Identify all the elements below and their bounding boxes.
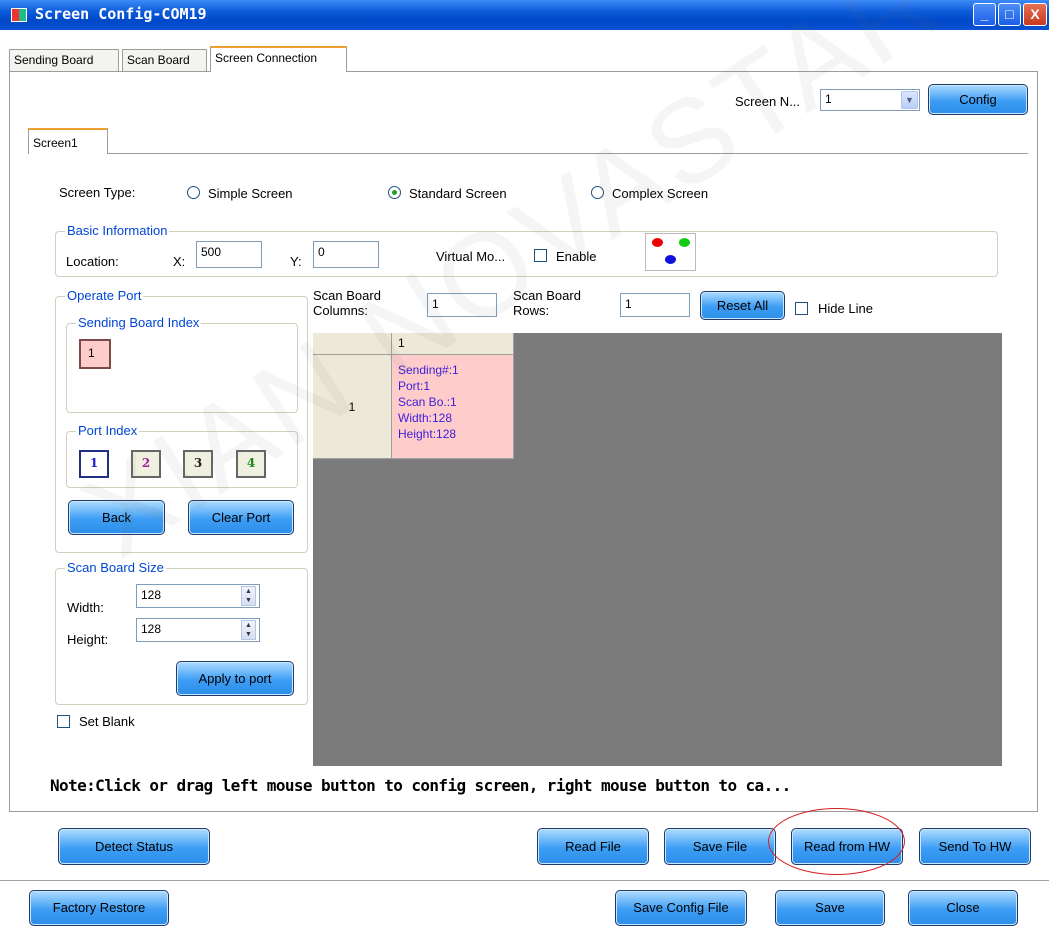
set-blank-label[interactable]: Set Blank xyxy=(79,714,135,729)
read-file-button[interactable]: Read File xyxy=(537,828,649,865)
reset-all-button[interactable]: Reset All xyxy=(700,291,785,320)
radio-standard-screen[interactable] xyxy=(388,186,401,199)
screen-type-label: Screen Type: xyxy=(59,185,136,200)
location-y-input[interactable]: 0 xyxy=(313,241,379,268)
scan-board-size-legend: Scan Board Size xyxy=(65,560,166,575)
sending-board-index-item[interactable]: 1 xyxy=(79,339,111,369)
grid-row-header: 1 xyxy=(313,355,392,459)
x-label: X: xyxy=(173,254,186,269)
cell-scan-board: Scan Bo.:1 xyxy=(398,395,457,409)
hide-line-label[interactable]: Hide Line xyxy=(818,301,873,316)
grid-cell[interactable]: Sending#:1 Port:1 Scan Bo.:1 Width:128 H… xyxy=(392,355,514,459)
scan-board-width-value: 128 xyxy=(141,588,162,602)
window-title: Screen Config-COM19 xyxy=(35,5,207,23)
screen-n-label: Screen N... xyxy=(735,94,801,109)
scan-board-columns-label: Scan Board Columns: xyxy=(313,288,381,318)
virtual-mode-pixel-icon[interactable] xyxy=(645,233,696,271)
screen-n-select[interactable]: 1 ▼ xyxy=(820,89,920,111)
send-to-hw-button[interactable]: Send To HW xyxy=(919,828,1031,865)
enable-label[interactable]: Enable xyxy=(556,249,596,264)
scan-board-width-input[interactable]: 128 ▲ ▼ xyxy=(136,584,260,608)
complex-screen-label[interactable]: Complex Screen xyxy=(612,186,708,201)
screen-grid-area[interactable]: 1 1 Sending#:1 Port:1 Scan Bo.:1 Width:1… xyxy=(313,333,1002,766)
tab-scan-board[interactable]: Scan Board xyxy=(122,49,207,71)
y-label: Y: xyxy=(290,254,302,269)
footer-separator xyxy=(0,880,1049,881)
save-file-button[interactable]: Save File xyxy=(664,828,776,865)
tab-screen1[interactable]: Screen1 xyxy=(28,128,108,154)
close-button[interactable]: Close xyxy=(908,890,1018,926)
detect-status-button[interactable]: Detect Status xyxy=(58,828,210,865)
standard-screen-label[interactable]: Standard Screen xyxy=(409,186,507,201)
virtual-mode-label: Virtual Mo... xyxy=(436,249,506,264)
cell-height: Height:128 xyxy=(398,427,457,441)
inner-tab-line xyxy=(28,153,1028,154)
factory-restore-button[interactable]: Factory Restore xyxy=(29,890,169,926)
port-button-3[interactable]: 3 xyxy=(183,450,213,478)
tab-screen-connection[interactable]: Screen Connection xyxy=(210,46,347,72)
app-icon xyxy=(11,8,27,22)
scan-board-height-value: 128 xyxy=(141,622,162,636)
scan-board-columns-input[interactable]: 1 xyxy=(427,293,497,317)
cell-sending: Sending#:1 xyxy=(398,363,459,377)
height-label: Height: xyxy=(67,632,109,647)
highlight-ring xyxy=(768,808,905,875)
width-label: Width: xyxy=(67,600,104,615)
radio-simple-screen[interactable] xyxy=(187,186,200,199)
port-button-4[interactable]: 4 xyxy=(236,450,266,478)
port-button-2[interactable]: 2 xyxy=(131,450,161,478)
scan-board-height-input[interactable]: 128 ▲ ▼ xyxy=(136,618,260,642)
location-x-input[interactable]: 500 xyxy=(196,241,262,268)
basic-information-legend: Basic Information xyxy=(65,223,170,238)
save-button[interactable]: Save xyxy=(775,890,885,926)
minimize-button[interactable]: _ xyxy=(973,3,996,26)
operate-port-legend: Operate Port xyxy=(65,288,144,303)
grid-column-header: 1 xyxy=(392,333,514,355)
set-blank-checkbox[interactable] xyxy=(57,715,70,728)
cell-width: Width:128 xyxy=(398,411,453,425)
radio-complex-screen[interactable] xyxy=(591,186,604,199)
clear-port-button[interactable]: Clear Port xyxy=(188,500,294,535)
tab-sending-board[interactable]: Sending Board xyxy=(9,49,119,71)
sending-board-index-legend: Sending Board Index xyxy=(76,315,202,330)
spin-arrows-icon[interactable]: ▲ ▼ xyxy=(241,586,256,606)
hide-line-checkbox[interactable] xyxy=(795,302,808,315)
chevron-down-icon[interactable]: ▼ xyxy=(901,91,918,109)
apply-to-port-button[interactable]: Apply to port xyxy=(176,661,294,696)
port-button-1[interactable]: 1 xyxy=(79,450,109,478)
config-button[interactable]: Config xyxy=(928,84,1028,115)
port-index-legend: Port Index xyxy=(76,423,140,438)
screen-n-value: 1 xyxy=(825,92,832,106)
grid-corner-header xyxy=(313,333,392,355)
save-config-file-button[interactable]: Save Config File xyxy=(615,890,747,926)
spin-arrows-icon[interactable]: ▲ ▼ xyxy=(241,620,256,640)
note-text: Note:Click or drag left mouse button to … xyxy=(50,776,791,795)
close-window-button[interactable]: X xyxy=(1023,3,1047,26)
location-label: Location: xyxy=(66,254,119,269)
cell-port: Port:1 xyxy=(398,379,431,393)
scan-board-rows-input[interactable]: 1 xyxy=(620,293,690,317)
back-button[interactable]: Back xyxy=(68,500,165,535)
enable-checkbox[interactable] xyxy=(534,249,547,262)
simple-screen-label[interactable]: Simple Screen xyxy=(208,186,293,201)
scan-board-rows-label: Scan Board Rows: xyxy=(513,288,581,318)
maximize-button[interactable]: □ xyxy=(998,3,1021,26)
